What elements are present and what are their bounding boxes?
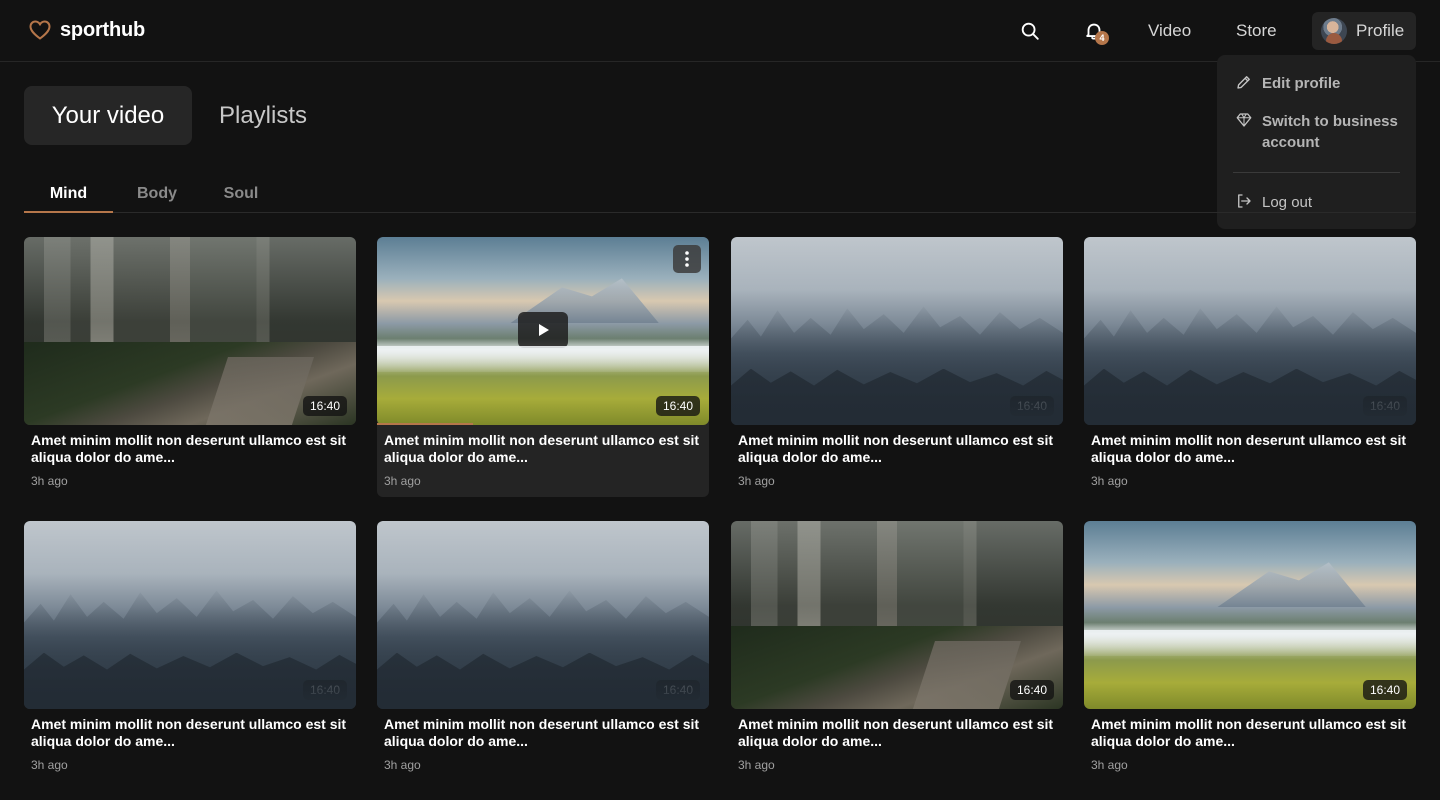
top-header: sporthub 4 Video Store Profile <box>0 0 1440 62</box>
video-title: Amet minim mollit non deserunt ullamco e… <box>1091 432 1407 465</box>
logout-icon <box>1238 194 1251 208</box>
video-title: Amet minim mollit non deserunt ullamco e… <box>738 716 1054 749</box>
profile-dropdown-menu: Edit profile Switch to business account … <box>1217 55 1416 229</box>
video-thumbnail: 16:40 <box>1084 521 1416 709</box>
video-card[interactable]: 16:40 Amet minim mollit non deserunt ull… <box>1084 521 1416 781</box>
notifications-button[interactable]: 4 <box>1081 18 1109 45</box>
video-card[interactable]: 16:40 Amet minim mollit non deserunt ull… <box>1084 237 1416 497</box>
active-subtab-indicator <box>24 211 113 213</box>
play-icon <box>539 324 549 336</box>
duration-badge: 16:40 <box>1009 680 1054 700</box>
duration-badge: 16:40 <box>655 680 700 700</box>
video-timestamp: 3h ago <box>31 474 68 488</box>
notification-count-badge: 4 <box>1095 31 1109 45</box>
duration-badge: 16:40 <box>1362 396 1407 416</box>
subtab-mind[interactable]: Mind <box>24 185 113 203</box>
nav-store-link[interactable]: Store <box>1236 21 1277 41</box>
video-thumbnail: 16:40 <box>24 521 356 709</box>
video-card[interactable]: 16:40 Amet minim mollit non deserunt ull… <box>24 521 356 781</box>
video-timestamp: 3h ago <box>738 474 775 488</box>
brand-name: sporthub <box>60 18 146 41</box>
menu-item-edit-profile[interactable]: Edit profile <box>1235 73 1340 94</box>
video-title: Amet minim mollit non deserunt ullamco e… <box>384 432 700 465</box>
profile-label: Profile <box>1356 21 1405 40</box>
video-card[interactable]: 16:40 Amet minim mollit non deserunt ull… <box>24 237 356 497</box>
video-card[interactable]: 16:40 Amet minim mollit non deserunt ull… <box>377 521 709 781</box>
nav-video-link[interactable]: Video <box>1148 21 1191 41</box>
video-title: Amet minim mollit non deserunt ullamco e… <box>1091 716 1407 749</box>
video-card-hovered[interactable]: 16:40 Amet minim mollit non deserunt ull… <box>377 237 709 497</box>
video-thumbnail: 16:40 <box>731 237 1063 425</box>
menu-item-log-out[interactable]: Log out <box>1235 192 1312 213</box>
video-timestamp: 3h ago <box>738 758 775 772</box>
brand-logo[interactable]: sporthub <box>28 18 145 42</box>
heart-icon <box>29 20 51 40</box>
menu-item-label: Edit profile <box>1262 75 1341 92</box>
menu-divider <box>1233 172 1400 173</box>
video-thumbnail: 16:40 <box>377 237 709 425</box>
duration-badge: 16:40 <box>302 396 347 416</box>
menu-item-label: Switch to business account <box>1262 113 1398 151</box>
duration-badge: 16:40 <box>1009 396 1054 416</box>
watch-progress-bar <box>377 423 473 425</box>
diamond-icon <box>1236 113 1252 127</box>
video-title: Amet minim mollit non deserunt ullamco e… <box>31 716 347 749</box>
video-thumbnail: 16:40 <box>1084 237 1416 425</box>
video-timestamp: 3h ago <box>1091 474 1128 488</box>
video-card[interactable]: 16:40 Amet minim mollit non deserunt ull… <box>731 237 1063 497</box>
duration-badge: 16:40 <box>655 396 700 416</box>
menu-item-label: Log out <box>1262 194 1313 211</box>
tab-your-video[interactable]: Your video <box>24 86 192 145</box>
video-thumbnail: 16:40 <box>377 521 709 709</box>
profile-button[interactable]: Profile <box>1312 12 1416 50</box>
video-card[interactable]: 16:40 Amet minim mollit non deserunt ull… <box>731 521 1063 781</box>
video-title: Amet minim mollit non deserunt ullamco e… <box>384 716 700 749</box>
tab-playlists[interactable]: Playlists <box>200 86 326 145</box>
duration-badge: 16:40 <box>302 680 347 700</box>
vertical-dots-icon <box>685 251 689 267</box>
video-thumbnail: 16:40 <box>731 521 1063 709</box>
video-timestamp: 3h ago <box>31 758 68 772</box>
video-timestamp: 3h ago <box>384 758 421 772</box>
play-button[interactable] <box>518 312 568 348</box>
more-options-button[interactable] <box>673 245 701 273</box>
pencil-icon <box>1237 76 1250 89</box>
search-button[interactable] <box>1017 18 1043 44</box>
subtab-body[interactable]: Body <box>128 185 186 203</box>
subtabs-divider <box>24 212 1416 213</box>
video-title: Amet minim mollit non deserunt ullamco e… <box>738 432 1054 465</box>
video-thumbnail: 16:40 <box>24 237 356 425</box>
search-icon <box>1021 22 1039 40</box>
menu-item-switch-business[interactable]: Switch to business account <box>1235 111 1402 153</box>
video-timestamp: 3h ago <box>384 474 421 488</box>
video-timestamp: 3h ago <box>1091 758 1128 772</box>
avatar <box>1321 18 1347 44</box>
video-title: Amet minim mollit non deserunt ullamco e… <box>31 432 347 465</box>
subtab-soul[interactable]: Soul <box>212 185 270 203</box>
duration-badge: 16:40 <box>1362 680 1407 700</box>
